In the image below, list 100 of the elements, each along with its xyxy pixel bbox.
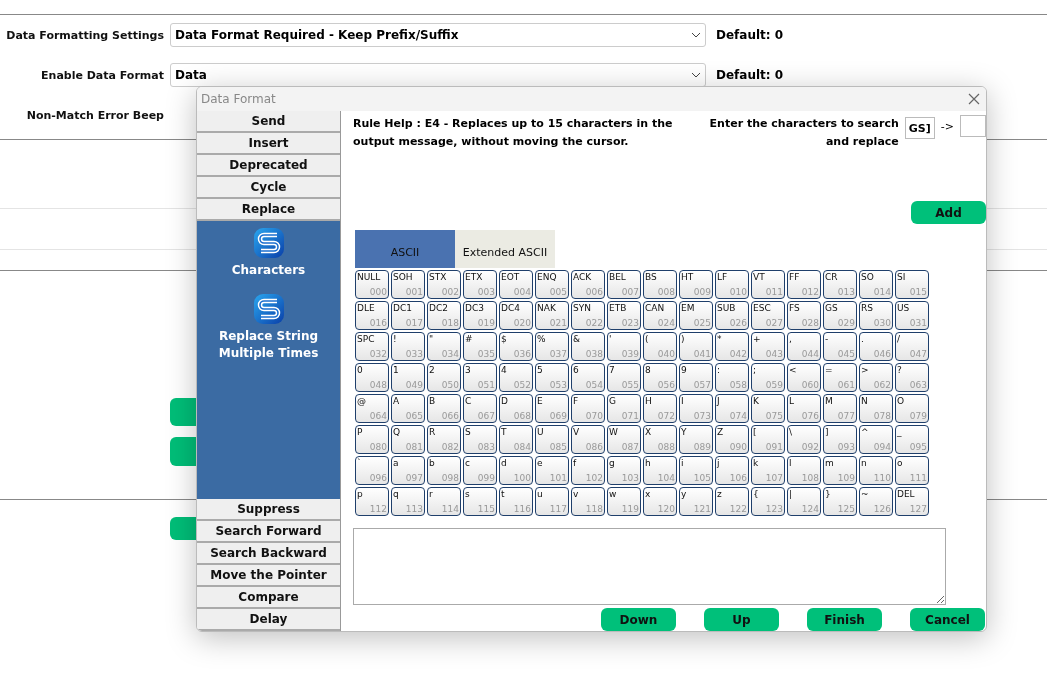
character-key[interactable]: l 108	[787, 456, 821, 485]
character-key[interactable]: p 112	[355, 487, 389, 516]
character-key[interactable]: 2 050	[427, 363, 461, 392]
character-key[interactable]: T 084	[499, 425, 533, 454]
character-key[interactable]: 9 057	[679, 363, 713, 392]
character-key[interactable]: SOH 001	[391, 270, 425, 299]
character-key[interactable]: e 101	[535, 456, 569, 485]
character-key[interactable]: j 106	[715, 456, 749, 485]
character-key[interactable]: , 044	[787, 332, 821, 361]
character-key[interactable]: S 083	[463, 425, 497, 454]
character-key[interactable]: + 043	[751, 332, 785, 361]
character-key[interactable]: & 038	[571, 332, 605, 361]
character-key[interactable]: DC2 018	[427, 301, 461, 330]
character-key[interactable]: HT 009	[679, 270, 713, 299]
character-key[interactable]: ] 093	[823, 425, 857, 454]
character-key[interactable]: 8 056	[643, 363, 677, 392]
category-button[interactable]: Search Backward	[197, 543, 340, 565]
character-key[interactable]: - 045	[823, 332, 857, 361]
category-button[interactable]: Cycle	[197, 177, 340, 199]
category-button[interactable]: Suppress	[197, 499, 340, 521]
character-key[interactable]: H 072	[643, 394, 677, 423]
character-key[interactable]: b 098	[427, 456, 461, 485]
character-key[interactable]: LF 010	[715, 270, 749, 299]
character-key[interactable]: _ 095	[895, 425, 929, 454]
character-key[interactable]: q 113	[391, 487, 425, 516]
character-key[interactable]: | 124	[787, 487, 821, 516]
character-key[interactable]: E 069	[535, 394, 569, 423]
character-key[interactable]: w 119	[607, 487, 641, 516]
category-button[interactable]: Insert	[197, 133, 340, 155]
character-key[interactable]: ESC 027	[751, 301, 785, 330]
character-key[interactable]: D 068	[499, 394, 533, 423]
character-key[interactable]: BEL 007	[607, 270, 641, 299]
dialog-button[interactable]: Cancel	[910, 608, 985, 631]
character-key[interactable]: A 065	[391, 394, 425, 423]
character-key[interactable]: V 086	[571, 425, 605, 454]
character-key[interactable]: f 102	[571, 456, 605, 485]
character-key[interactable]: SI 015	[895, 270, 929, 299]
character-key[interactable]: GS 029	[823, 301, 857, 330]
character-key[interactable]: z 122	[715, 487, 749, 516]
character-key[interactable]: @ 064	[355, 394, 389, 423]
character-key[interactable]: VT 011	[751, 270, 785, 299]
dropdown[interactable]: Data Format Required - Keep Prefix/Suffix	[170, 23, 706, 47]
character-key[interactable]: m 109	[823, 456, 857, 485]
dialog-button[interactable]: Down	[601, 608, 676, 631]
character-key[interactable]: SO 014	[859, 270, 893, 299]
character-key[interactable]: > 062	[859, 363, 893, 392]
character-key[interactable]: J 074	[715, 394, 749, 423]
character-key[interactable]: BS 008	[643, 270, 677, 299]
character-key[interactable]: SUB 026	[715, 301, 749, 330]
character-key[interactable]: FF 012	[787, 270, 821, 299]
category-button[interactable]: Compare	[197, 587, 340, 609]
character-key[interactable]: O 079	[895, 394, 929, 423]
character-key[interactable]: % 037	[535, 332, 569, 361]
character-key[interactable]: U 085	[535, 425, 569, 454]
character-key[interactable]: # 035	[463, 332, 497, 361]
character-key[interactable]: R 082	[427, 425, 461, 454]
character-key[interactable]: ! 033	[391, 332, 425, 361]
dialog-button[interactable]: Up	[704, 608, 779, 631]
character-key[interactable]: d 100	[499, 456, 533, 485]
character-key[interactable]: ENQ 005	[535, 270, 569, 299]
character-key[interactable]: Z 090	[715, 425, 749, 454]
character-key[interactable]: g 103	[607, 456, 641, 485]
character-key[interactable]: 1 049	[391, 363, 425, 392]
character-key[interactable]: CAN 024	[643, 301, 677, 330]
character-key[interactable]: G 071	[607, 394, 641, 423]
character-key[interactable]: ` 096	[355, 456, 389, 485]
character-key[interactable]: t 116	[499, 487, 533, 516]
character-key[interactable]: \ 092	[787, 425, 821, 454]
character-key[interactable]: SPC 032	[355, 332, 389, 361]
character-key[interactable]: [ 091	[751, 425, 785, 454]
character-key[interactable]: s 115	[463, 487, 497, 516]
category-button[interactable]: Replace	[197, 199, 340, 221]
character-key[interactable]: Q 081	[391, 425, 425, 454]
character-key[interactable]: P 080	[355, 425, 389, 454]
character-key[interactable]: B 066	[427, 394, 461, 423]
character-key[interactable]: } 125	[823, 487, 857, 516]
character-key[interactable]: o 111	[895, 456, 929, 485]
rule-item[interactable]: Replace String Multiple Times	[208, 328, 329, 362]
character-key[interactable]: N 078	[859, 394, 893, 423]
character-key[interactable]: STX 002	[427, 270, 461, 299]
character-key[interactable]: 6 054	[571, 363, 605, 392]
character-key[interactable]: ACK 006	[571, 270, 605, 299]
character-key[interactable]: F 070	[571, 394, 605, 423]
character-key[interactable]: SYN 022	[571, 301, 605, 330]
character-key[interactable]: c 099	[463, 456, 497, 485]
character-key[interactable]: ' 039	[607, 332, 641, 361]
character-key[interactable]: L 076	[787, 394, 821, 423]
character-key[interactable]: n 110	[859, 456, 893, 485]
character-key[interactable]: Y 089	[679, 425, 713, 454]
character-key[interactable]: DEL 127	[895, 487, 929, 516]
character-key[interactable]: < 060	[787, 363, 821, 392]
character-key[interactable]: ) 041	[679, 332, 713, 361]
character-key[interactable]: * 042	[715, 332, 749, 361]
character-key[interactable]: ; 059	[751, 363, 785, 392]
character-key[interactable]: 7 055	[607, 363, 641, 392]
character-key[interactable]: ^ 094	[859, 425, 893, 454]
character-key[interactable]: u 117	[535, 487, 569, 516]
rule-item[interactable]: Characters	[208, 262, 329, 279]
character-key[interactable]: k 107	[751, 456, 785, 485]
character-key[interactable]: 0 048	[355, 363, 389, 392]
